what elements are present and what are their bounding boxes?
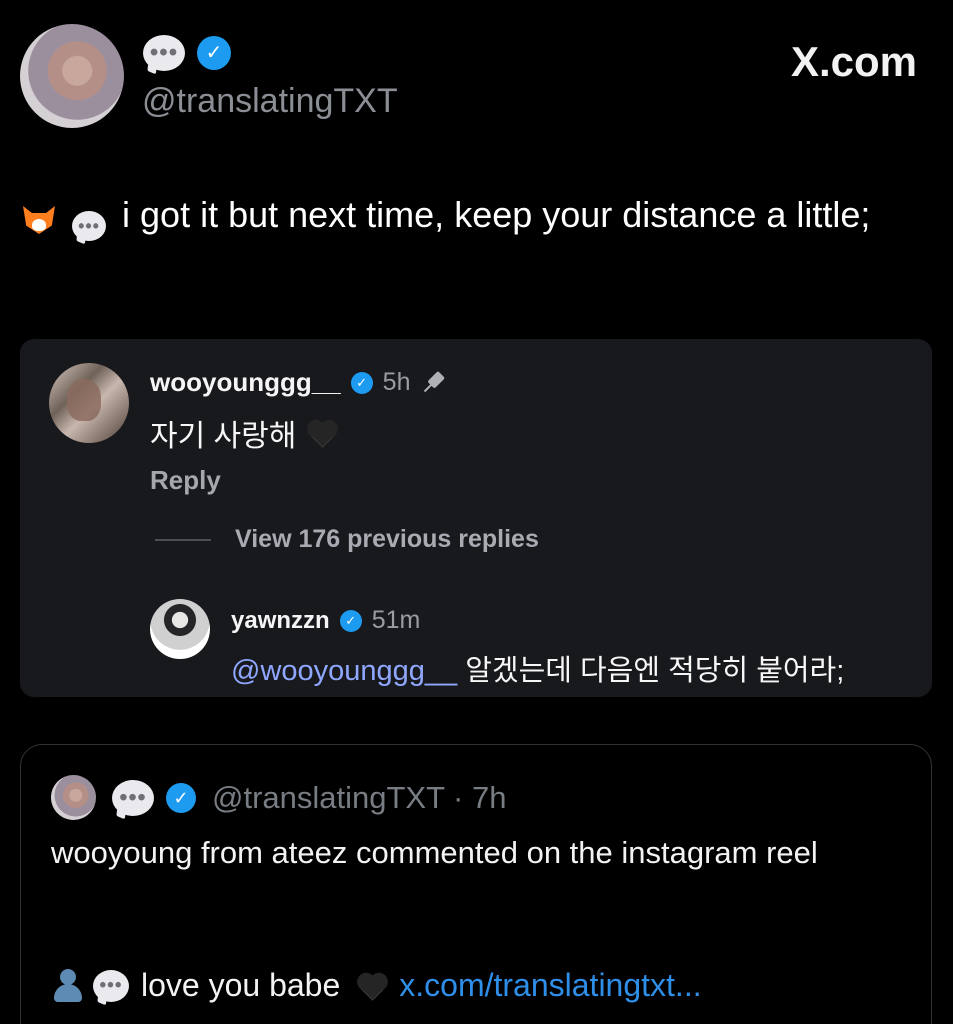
post-body: i got it but next time, keep your distan… [122,194,871,235]
reply-text: @wooyounggg__ 알겠는데 다음엔 적당히 붙어라; [231,647,844,689]
quoted-time: · 7h [453,779,507,815]
black-heart-icon [300,413,340,453]
verified-badge-icon: ✓ [350,371,373,394]
post-link[interactable]: x.com/translatingtxt... [399,967,701,1004]
verified-badge-icon: ✓ [339,609,362,632]
profile-handle[interactable]: @translatingTXT [142,82,398,121]
comment-avatar [49,363,129,443]
pin-icon [415,364,452,401]
reply-header: yawnzzn ✓ 51m [231,606,420,635]
caption-text: love you babe [141,967,341,1003]
display-name[interactable]: ••• ✓ [143,35,231,71]
post-text: ••• i got it but next time, keep your di… [20,188,920,242]
reply-time: 51m [371,606,421,634]
black-heart-icon [349,966,389,1006]
quoted-post-caption: ••• love you babe x.com/translatingtxt..… [51,967,702,1004]
profile-avatar[interactable] [20,24,124,128]
verified-badge-icon: ✓ [197,36,231,70]
speech-bubble-icon: ••• [72,211,107,241]
mention-link: @wooyounggg__ [231,655,458,687]
speech-bubble-icon: ••• [93,969,129,1002]
comment-time: 5h [382,368,411,396]
comment-text: 자기 사랑해 [150,420,297,453]
comment-header: wooyounggg__ ✓ 5h [150,367,446,398]
reply-message: 알겠는데 다음엔 적당히 붙어라; [457,655,845,687]
quoted-handle[interactable]: @translatingTXT [212,780,445,816]
reply-button: Reply [150,465,221,495]
quoted-post-header: ••• ✓ @translatingTXT · 7h [51,775,506,820]
comment-username: wooyounggg__ [150,367,341,397]
speech-bubble-icon: ••• [112,779,154,816]
instagram-comment-screenshot: wooyounggg__ ✓ 5h 자기 사랑해 Reply View 176 … [20,339,932,697]
reply-username: yawnzzn [231,606,330,634]
view-previous-label: View 176 previous replies [235,525,539,553]
verified-badge-icon: ✓ [166,782,196,813]
speech-bubble-icon: ••• [143,35,185,71]
reply-avatar [150,599,210,659]
x-brand-logo: X.com [790,38,917,85]
comment-text-row: 자기 사랑해 [150,411,333,455]
quoted-post-text: wooyoung from ateez commented on the ins… [51,835,818,870]
person-silhouette-icon [51,968,85,1003]
quoted-profile-avatar[interactable] [51,775,96,820]
divider-line [155,538,211,541]
quoted-post-card[interactable]: ••• ✓ @translatingTXT · 7h wooyoung from… [20,744,932,1024]
fox-icon [20,197,58,235]
view-previous-replies: View 176 previous replies [155,525,539,554]
